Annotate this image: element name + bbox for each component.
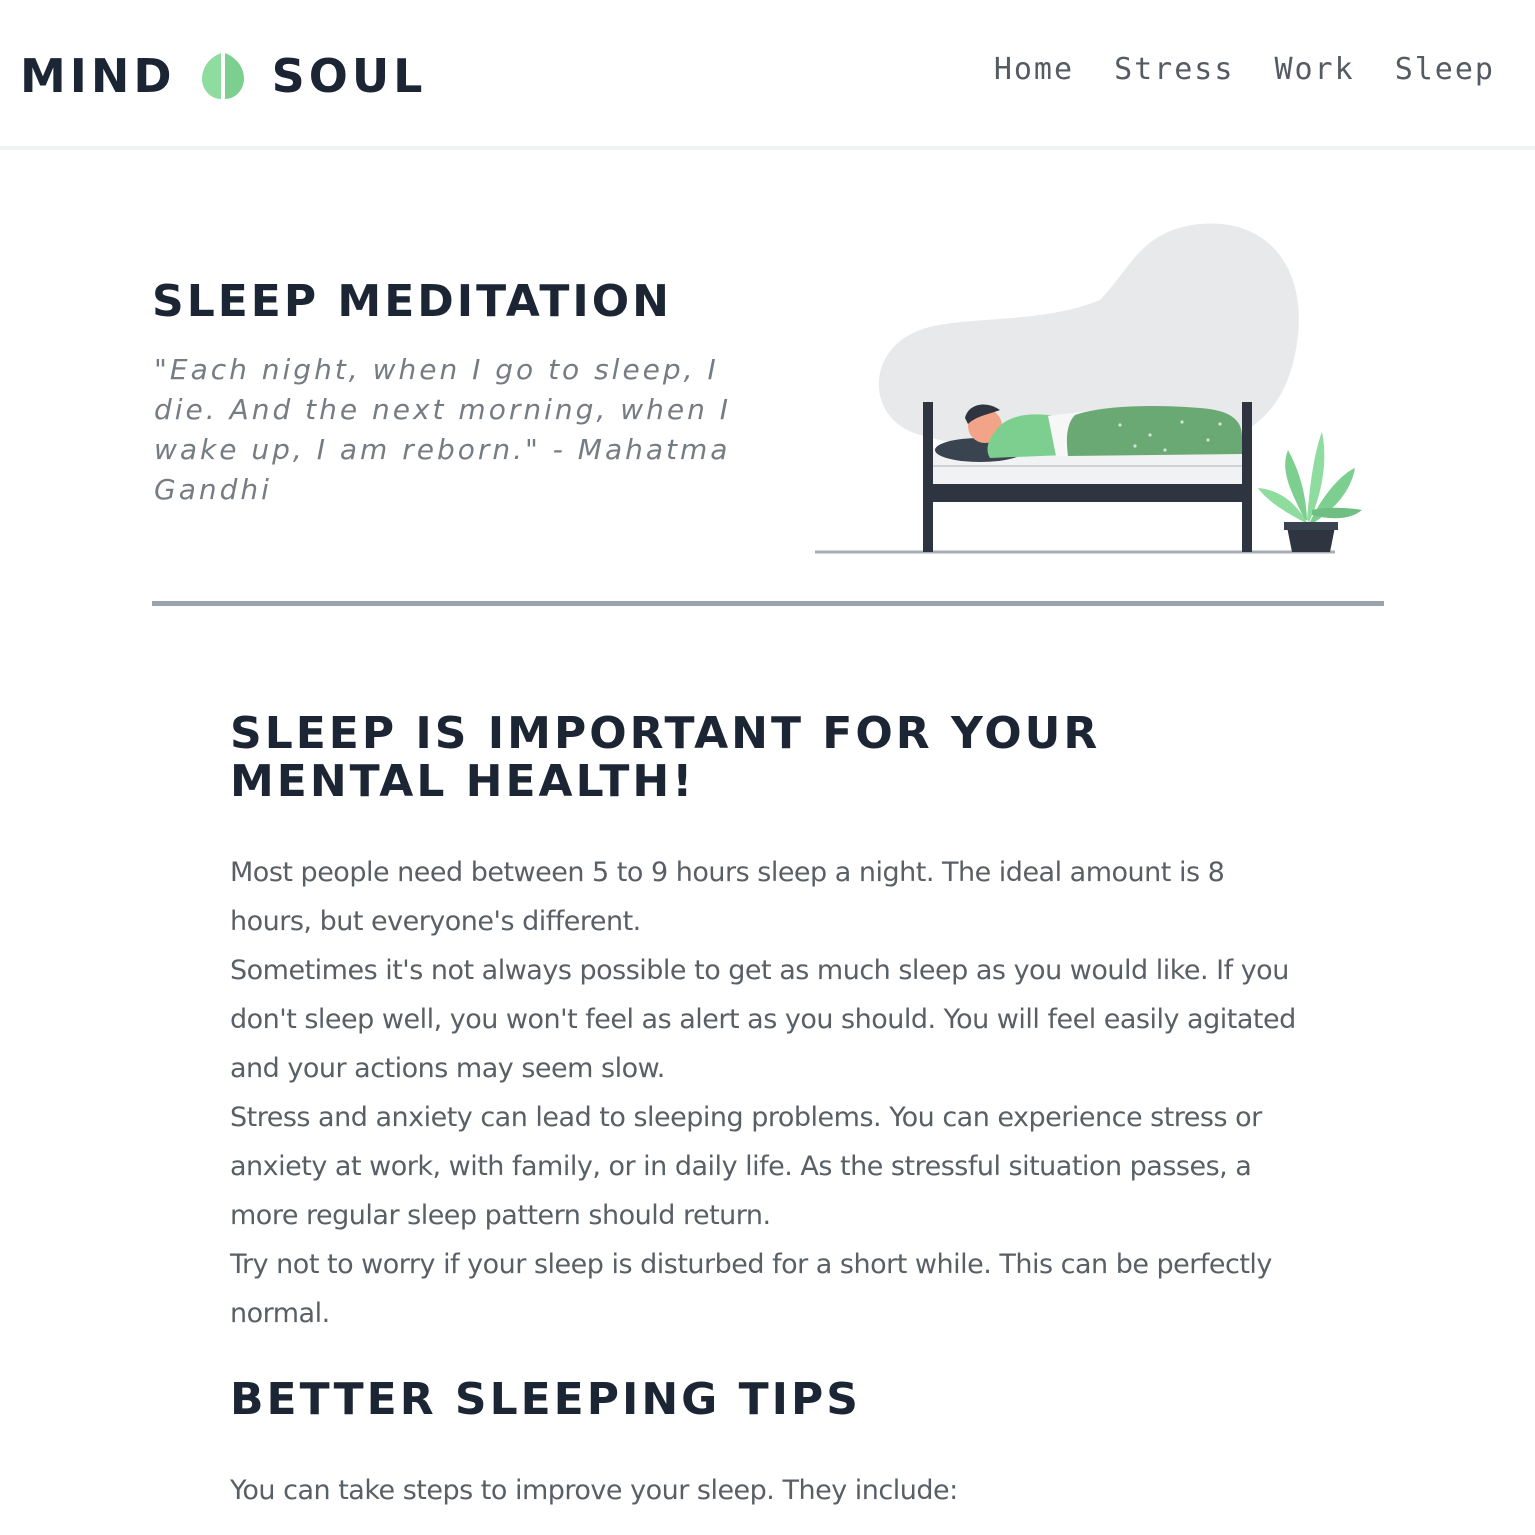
site-header: MIND SOUL Home Stress Work Sleep (0, 0, 1535, 150)
section-title-tips: BETTER SLEEPING TIPS (230, 1374, 861, 1425)
logo-text-soul: SOUL (271, 49, 427, 103)
nav-link-sleep[interactable]: Sleep (1395, 52, 1495, 87)
nav-link-stress[interactable]: Stress (1114, 52, 1234, 87)
logo-text-mind: MIND (20, 49, 176, 103)
leaf-icon (201, 53, 244, 99)
section-title-importance: SLEEP IS IMPORTANT FOR YOUR MENTAL HEALT… (230, 708, 1101, 807)
bed-frame (933, 484, 1242, 502)
main-nav: Home Stress Work Sleep (994, 52, 1495, 87)
tips-intro: You can take steps to improve your sleep… (230, 1475, 958, 1506)
logo[interactable]: MIND SOUL (20, 48, 426, 104)
nav-link-work[interactable]: Work (1274, 52, 1354, 87)
bed-post-left (923, 402, 933, 552)
paragraph: Most people need between 5 to 9 hours sl… (230, 857, 1225, 937)
paragraph: Stress and anxiety can lead to sleeping … (230, 1102, 1262, 1231)
potted-plant (1258, 432, 1362, 552)
page-title: SLEEP MEDITATION (152, 276, 672, 327)
main-content: SLEEP IS IMPORTANT FOR YOUR MENTAL HEALT… (230, 710, 1310, 1515)
sleeping-person-illustration (815, 223, 1362, 554)
bed-post-right (1242, 402, 1252, 552)
paragraph-group: Most people need between 5 to 9 hours sl… (230, 848, 1310, 1338)
paragraph: Sometimes it's not always possible to ge… (230, 955, 1296, 1084)
blanket (1066, 406, 1242, 456)
nav-link-home[interactable]: Home (994, 52, 1074, 87)
paragraph: Try not to worry if your sleep is distur… (230, 1249, 1272, 1329)
section-divider (152, 601, 1384, 606)
hero-quote: "Each night, when I go to sleep, I die. … (154, 353, 731, 506)
